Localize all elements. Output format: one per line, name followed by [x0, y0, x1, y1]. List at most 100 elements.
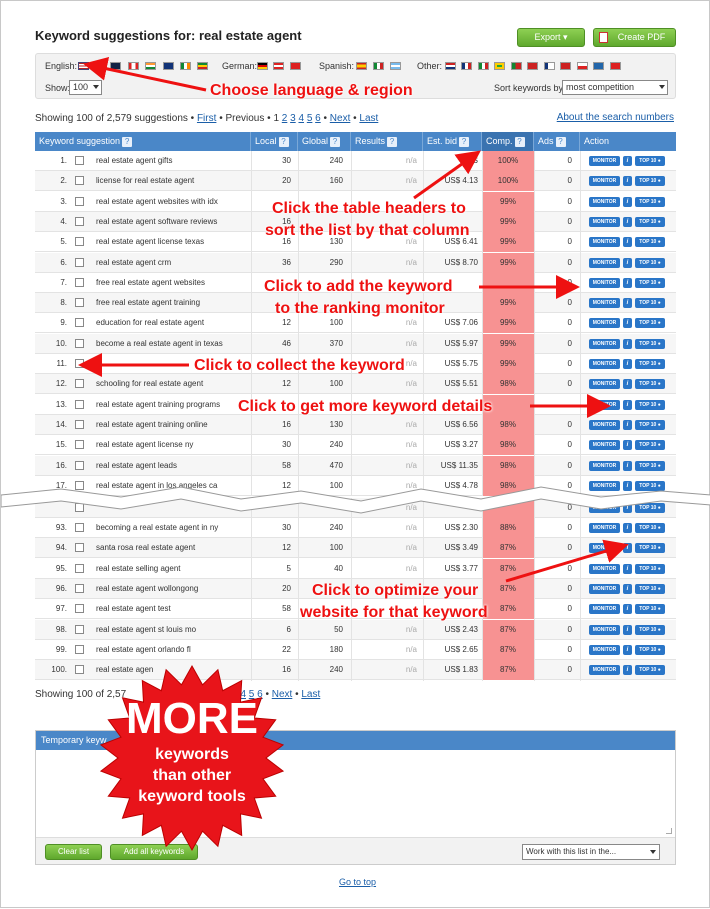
info-icon[interactable]: i [623, 216, 632, 227]
collect-checkbox[interactable] [75, 563, 84, 573]
collect-checkbox[interactable] [75, 277, 84, 287]
flag-in-icon[interactable] [145, 62, 156, 70]
top10-button[interactable]: TOP 10 ● [635, 624, 665, 635]
flag-es-icon[interactable] [356, 62, 367, 70]
top10-button[interactable]: TOP 10 ● [635, 644, 665, 655]
info-icon[interactable]: i [623, 644, 632, 655]
info-icon[interactable]: i [623, 665, 632, 676]
monitor-button[interactable]: MONITOR [589, 563, 620, 574]
flag-mx-icon[interactable] [373, 62, 384, 70]
top10-button[interactable]: TOP 10 ● [635, 563, 665, 574]
collect-checkbox[interactable] [75, 604, 84, 614]
top10-button[interactable]: TOP 10 ● [635, 399, 665, 410]
info-icon[interactable]: i [623, 563, 632, 574]
info-icon[interactable]: i [623, 318, 632, 329]
monitor-button[interactable]: MONITOR [589, 318, 620, 329]
info-icon[interactable]: i [623, 298, 632, 309]
info-icon[interactable]: i [623, 359, 632, 369]
top10-button[interactable]: TOP 10 ● [635, 379, 665, 390]
flag-se-icon[interactable] [593, 62, 604, 70]
header-ads[interactable]: Ads? [534, 132, 580, 151]
monitor-button[interactable]: MONITOR [589, 440, 620, 451]
monitor-button[interactable]: MONITOR [589, 359, 620, 369]
flag-at-icon[interactable] [273, 62, 284, 70]
monitor-button[interactable]: MONITOR [589, 196, 620, 207]
collect-checkbox[interactable] [75, 379, 84, 389]
info-icon[interactable]: i [623, 440, 632, 451]
page-link[interactable]: 6 [315, 113, 321, 124]
collect-checkbox[interactable] [75, 460, 84, 470]
last-link[interactable]: Last [359, 113, 378, 124]
flag-ch-icon[interactable] [290, 62, 301, 70]
help-icon[interactable]: ? [459, 137, 470, 147]
monitor-button[interactable]: MONITOR [589, 176, 620, 187]
flag-it-icon[interactable] [478, 62, 489, 70]
collect-checkbox[interactable] [75, 523, 84, 532]
help-icon[interactable]: ? [555, 137, 566, 147]
monitor-button[interactable]: MONITOR [589, 543, 620, 554]
export-button[interactable]: Export ▾ [517, 28, 585, 47]
flag-au-icon[interactable] [110, 62, 121, 70]
monitor-button[interactable]: MONITOR [589, 604, 620, 615]
top10-button[interactable]: TOP 10 ● [635, 216, 665, 227]
monitor-button[interactable]: MONITOR [589, 523, 620, 533]
help-icon[interactable]: ? [514, 137, 525, 147]
info-icon[interactable]: i [623, 460, 632, 471]
sort-select[interactable]: most competition [562, 80, 668, 95]
top10-button[interactable]: TOP 10 ● [635, 318, 665, 329]
header-keyword[interactable]: Keyword suggestion? [35, 132, 251, 151]
flag-nl-icon[interactable] [445, 62, 456, 70]
monitor-button[interactable]: MONITOR [589, 399, 620, 410]
monitor-button[interactable]: MONITOR [589, 644, 620, 655]
top10-button[interactable]: TOP 10 ● [635, 338, 665, 349]
monitor-button[interactable]: MONITOR [589, 338, 620, 349]
header-comp[interactable]: Comp.? [482, 132, 534, 151]
top10-button[interactable]: TOP 10 ● [635, 298, 665, 309]
show-count-select[interactable]: 100 [69, 80, 102, 95]
top10-button[interactable]: TOP 10 ● [635, 196, 665, 207]
top10-button[interactable]: TOP 10 ● [635, 665, 665, 676]
flag-ie-icon[interactable] [180, 62, 191, 70]
collect-checkbox[interactable] [75, 237, 84, 247]
page-link[interactable]: 5 [307, 113, 313, 124]
top10-button[interactable]: TOP 10 ● [635, 156, 665, 166]
header-global[interactable]: Global? [298, 132, 351, 151]
collect-checkbox[interactable] [75, 583, 84, 593]
resize-handle-icon[interactable] [666, 828, 672, 834]
flag-pl-icon[interactable] [577, 62, 588, 70]
flag-fr-icon[interactable] [461, 62, 472, 70]
top10-button[interactable]: TOP 10 ● [635, 460, 665, 471]
flag-pt-icon[interactable] [511, 62, 522, 70]
info-icon[interactable]: i [623, 399, 632, 410]
info-icon[interactable]: i [623, 237, 632, 248]
monitor-button[interactable]: MONITOR [589, 665, 620, 676]
create-pdf-button[interactable]: Create PDF [593, 28, 676, 47]
last-link[interactable]: Last [301, 689, 320, 700]
monitor-button[interactable]: MONITOR [589, 460, 620, 471]
top10-button[interactable]: TOP 10 ● [635, 523, 665, 533]
flag-ar-icon[interactable] [390, 62, 401, 70]
work-with-list-select[interactable]: Work with this list in the... [522, 844, 660, 860]
top10-button[interactable]: TOP 10 ● [635, 277, 665, 288]
top10-button[interactable]: TOP 10 ● [635, 257, 665, 268]
page-link[interactable]: 2 [282, 113, 288, 124]
page-link[interactable]: 3 [290, 113, 296, 124]
monitor-button[interactable]: MONITOR [589, 419, 620, 430]
clear-list-button[interactable]: Clear list [45, 844, 102, 860]
help-icon[interactable]: ? [122, 137, 133, 147]
help-icon[interactable]: ? [330, 137, 341, 147]
flag-fi-icon[interactable] [544, 62, 555, 70]
top10-button[interactable]: TOP 10 ● [635, 176, 665, 187]
next-link[interactable]: Next [330, 113, 351, 124]
monitor-button[interactable]: MONITOR [589, 298, 620, 309]
info-icon[interactable]: i [623, 543, 632, 554]
monitor-button[interactable]: MONITOR [589, 237, 620, 248]
monitor-button[interactable]: MONITOR [589, 277, 620, 288]
collect-checkbox[interactable] [75, 419, 84, 429]
info-icon[interactable]: i [623, 277, 632, 288]
collect-checkbox[interactable] [75, 257, 84, 267]
collect-checkbox[interactable] [75, 665, 84, 675]
info-icon[interactable]: i [623, 156, 632, 166]
flag-za-icon[interactable] [197, 62, 208, 70]
collect-checkbox[interactable] [75, 338, 84, 348]
